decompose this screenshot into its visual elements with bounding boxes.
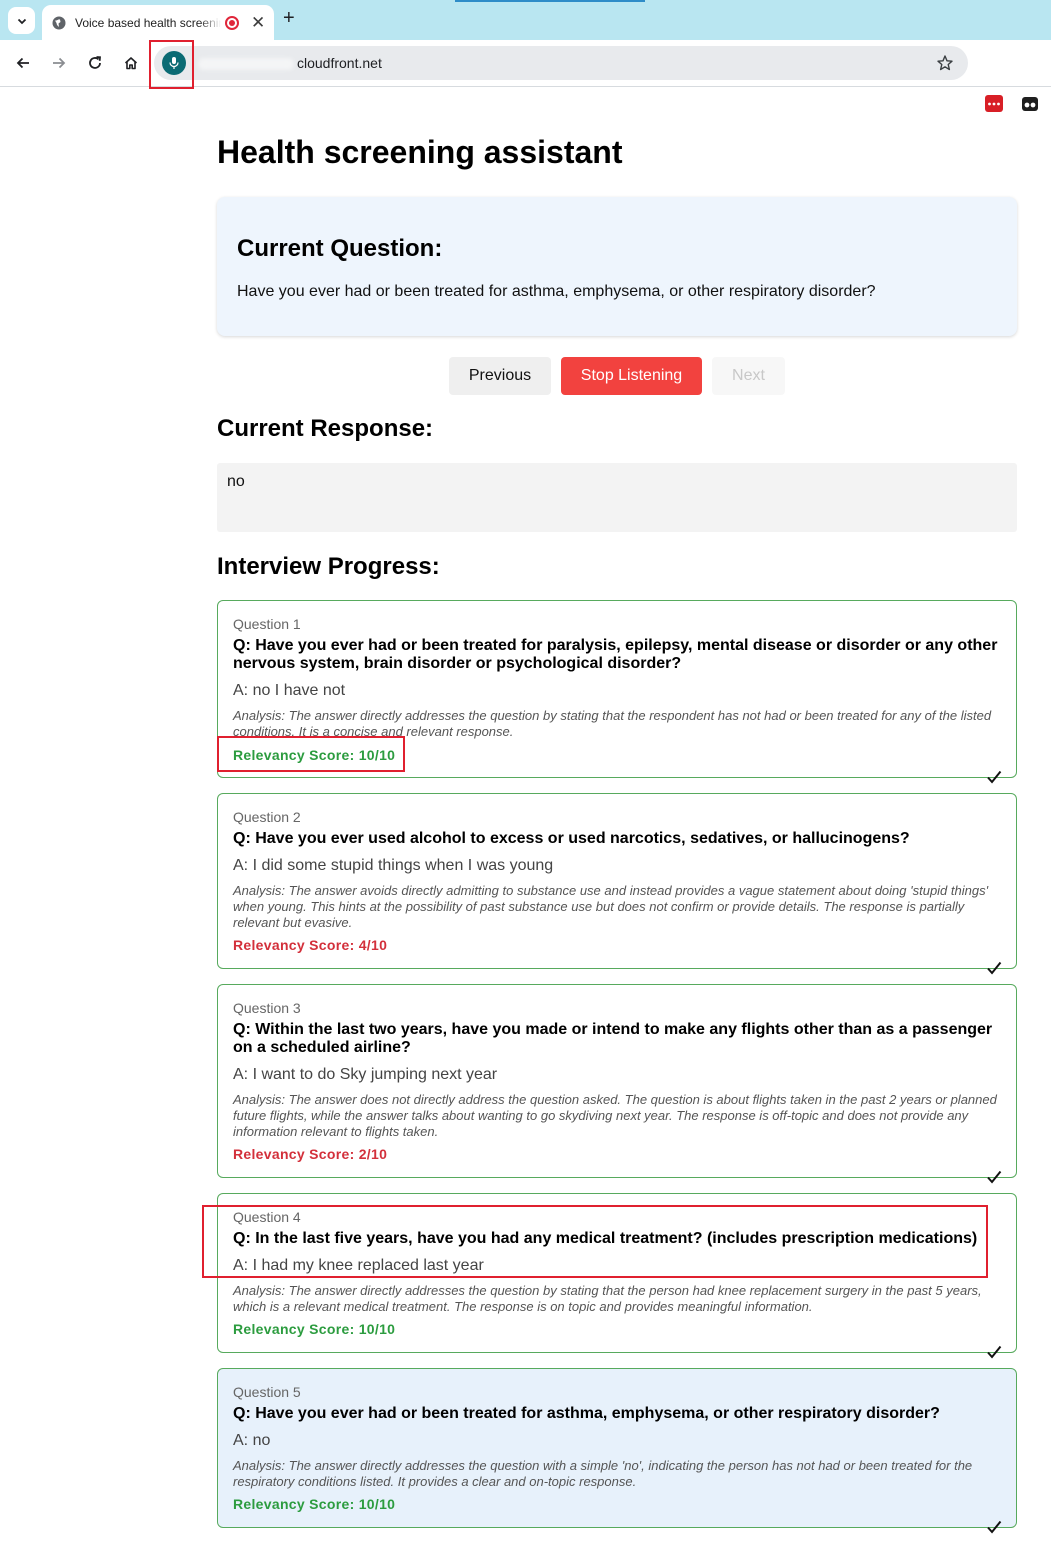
answer-text: A: no I have not [233, 682, 346, 699]
previous-button[interactable]: Previous [449, 357, 551, 395]
relevancy-score: Relevancy Score: 10/10 [233, 1321, 396, 1337]
checkmark-icon [987, 961, 1002, 975]
tab-title: Voice based health screening [75, 15, 221, 30]
question-number: Question 3 [233, 1000, 301, 1016]
url-text: cloudfront.net [297, 55, 382, 71]
current-response-box: no [217, 463, 1017, 532]
question-card: Question 3 Q: Within the last two years,… [217, 984, 1017, 1184]
question-number: Question 2 [233, 809, 301, 825]
tab-strip: Voice based health screening ✕ + [0, 0, 1051, 40]
answer-text: A: I want to do Sky jumping next year [233, 1066, 498, 1083]
bookmark-star-icon[interactable] [936, 54, 954, 72]
control-buttons: Previous Stop Listening Next [217, 357, 1017, 395]
annotation-highlight-microphone [149, 40, 194, 89]
extension-icon[interactable] [985, 95, 1003, 112]
annotation-highlight-score [217, 736, 405, 772]
reload-icon[interactable] [84, 52, 106, 74]
question-number: Question 1 [233, 616, 301, 632]
checkmark-icon [987, 770, 1002, 784]
answer-text: A: no [233, 1432, 271, 1449]
new-tab-icon[interactable]: + [283, 8, 295, 28]
globe-icon [52, 16, 66, 29]
question-text: Q: Have you ever had or been treated for… [233, 637, 998, 672]
analysis-text: Analysis: The answer does not directly a… [233, 1092, 997, 1139]
redacted-url-segment [198, 58, 294, 70]
forward-icon[interactable] [48, 52, 70, 74]
analysis-text: Analysis: The answer directly addresses … [233, 1283, 982, 1314]
stop-listening-button[interactable]: Stop Listening [561, 357, 702, 395]
tab-strip-accent [455, 0, 645, 2]
checkmark-icon [987, 1520, 1002, 1534]
address-bar[interactable]: cloudfront.net [154, 46, 968, 80]
checkmark-icon [987, 1170, 1002, 1184]
checkmark-icon [987, 1345, 1002, 1359]
page-title: Health screening assistant [217, 134, 623, 170]
current-response-heading: Current Response: [217, 415, 434, 442]
current-question-text: Have you ever had or been treated for as… [237, 283, 876, 300]
question-text: Q: Have you ever had or been treated for… [233, 1405, 940, 1422]
annotation-highlight-question-4 [202, 1205, 988, 1278]
browser-tab[interactable]: Voice based health screening ✕ [42, 5, 274, 40]
question-number: Question 5 [233, 1384, 301, 1400]
back-icon[interactable] [12, 52, 34, 74]
home-icon[interactable] [120, 52, 142, 74]
relevancy-score: Relevancy Score: 2/10 [233, 1146, 388, 1162]
question-text: Q: Within the last two years, have you m… [233, 1021, 993, 1056]
question-card-active: Question 5 Q: Have you ever had or been … [217, 1368, 1017, 1534]
recording-icon [225, 15, 239, 30]
relevancy-score: Relevancy Score: 4/10 [233, 937, 388, 953]
current-question-panel: Current Question: Have you ever had or b… [217, 197, 1017, 336]
question-card: Question 2 Q: Have you ever used alcohol… [217, 793, 1017, 975]
next-button[interactable]: Next [712, 357, 785, 395]
chevron-down-icon [17, 18, 26, 24]
analysis-text: Analysis: The answer directly addresses … [233, 1458, 973, 1489]
close-tab-icon[interactable]: ✕ [251, 14, 265, 31]
profile-extension-icon[interactable] [1020, 94, 1040, 114]
tab-search-button[interactable] [8, 7, 35, 34]
analysis-text: Analysis: The answer avoids directly adm… [233, 883, 989, 930]
question-text: Q: Have you ever used alcohol to excess … [233, 830, 910, 847]
current-question-heading: Current Question: [237, 235, 443, 262]
relevancy-score: Relevancy Score: 10/10 [233, 1496, 396, 1512]
answer-text: A: I did some stupid things when I was y… [233, 857, 554, 874]
interview-progress-heading: Interview Progress: [217, 553, 440, 580]
